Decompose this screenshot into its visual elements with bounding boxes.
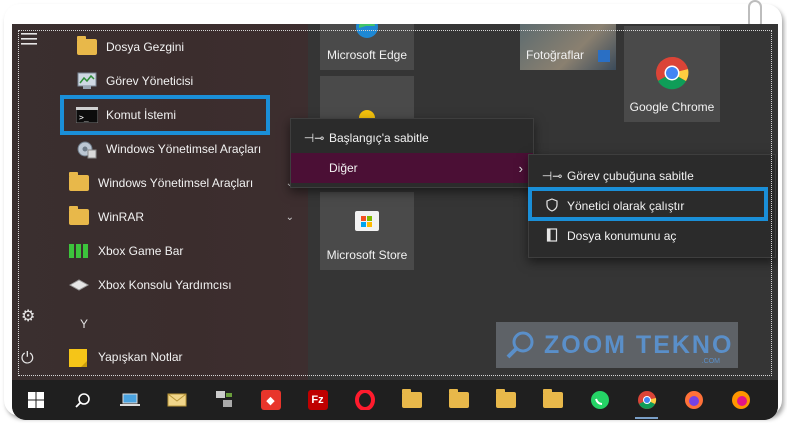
tile-label: Google Chrome <box>629 100 715 114</box>
tile-microsoft-edge[interactable]: Microsoft Edge <box>320 24 414 70</box>
mail-icon[interactable] <box>153 380 200 420</box>
pin-icon: ⊣⊸ <box>541 169 563 183</box>
file-location-icon <box>537 227 567 245</box>
tile-label: Microsoft Edge <box>326 48 408 62</box>
watermark: ZOOM TEKNO .COM <box>496 322 738 368</box>
chevron-right-icon: › <box>518 160 523 176</box>
highlight-command-prompt <box>60 95 270 135</box>
taskbar: ◆ Fz <box>12 380 778 420</box>
sticky-notes-icon <box>68 346 90 368</box>
app-item-admin-tools[interactable]: Windows Yönetimsel Araçları <box>52 132 304 166</box>
tile-google-chrome[interactable]: Google Chrome <box>624 26 720 122</box>
tile-microsoft-store[interactable]: Microsoft Store <box>320 192 414 270</box>
edge-icon <box>354 24 380 43</box>
menu-item-more[interactable]: Diğer › <box>291 153 533 183</box>
magnifier-icon <box>506 330 536 360</box>
app-item-task-manager[interactable]: Görev Yöneticisi <box>52 64 304 98</box>
firefox-icon[interactable] <box>717 380 764 420</box>
menu-item-label: Başlangıç'a sabitle <box>329 131 429 145</box>
admin-tools-icon <box>76 138 98 160</box>
xbox-game-bar-icon <box>68 240 90 262</box>
app-item-sticky-notes[interactable]: Yapışkan Notlar <box>52 340 304 374</box>
folder-icon <box>68 172 90 194</box>
laptop-icon[interactable] <box>106 380 153 420</box>
task-manager-icon <box>76 70 98 92</box>
menu-item-open-file-location[interactable]: Dosya konumunu aç <box>529 221 775 251</box>
search-icon[interactable] <box>59 380 106 420</box>
desktop-screen: ⚙ ⏻ Dosya Gezgini Görev Yöneticisi >_ Ko… <box>12 24 778 420</box>
whatsapp-icon[interactable] <box>576 380 623 420</box>
page-frame: ⚙ ⏻ Dosya Gezgini Görev Yöneticisi >_ Ko… <box>4 0 782 420</box>
folder-icon[interactable] <box>482 380 529 420</box>
context-menu: ⊣⊸ Başlangıç'a sabitle Diğer › <box>290 118 534 188</box>
app-label: Xbox Konsolu Yardımcısı <box>98 278 232 292</box>
start-rail: ⚙ ⏻ <box>12 24 52 380</box>
folder-icon[interactable] <box>435 380 482 420</box>
watermark-sub: .COM <box>701 358 720 365</box>
watermark-text: ZOOM TEKNO <box>544 330 734 359</box>
network-icon[interactable] <box>200 380 247 420</box>
hamburger-icon[interactable] <box>21 32 37 50</box>
app-item-winrar[interactable]: WinRAR ⌄ <box>52 200 304 234</box>
app-label: Xbox Game Bar <box>98 244 184 258</box>
tile-label: Microsoft Store <box>326 248 408 262</box>
app-label: Windows Yönetimsel Araçları <box>98 176 254 190</box>
app-label: Dosya Gezgini <box>106 40 185 54</box>
app-item-file-explorer[interactable]: Dosya Gezgini <box>52 30 304 64</box>
section-letter[interactable]: Y <box>80 317 88 331</box>
app-item-admin-tools-folder[interactable]: Windows Yönetimsel Araçları ⌄ <box>52 166 304 200</box>
menu-item-label: Görev çubuğuna sabitle <box>567 169 694 183</box>
menu-item-pin-to-start[interactable]: ⊣⊸ Başlangıç'a sabitle <box>291 123 533 153</box>
menu-item-label: Diğer <box>329 161 358 175</box>
folder-icon[interactable] <box>529 380 576 420</box>
windows-start-icon[interactable] <box>12 380 59 420</box>
menu-item-label: Dosya konumunu aç <box>567 229 677 243</box>
pin-icon: ⊣⊸ <box>303 131 325 145</box>
app-item-xbox-game-bar[interactable]: Xbox Game Bar <box>52 234 304 268</box>
xbox-console-icon <box>68 274 90 296</box>
opera-icon[interactable] <box>341 380 388 420</box>
tile-other[interactable] <box>320 76 414 126</box>
folder-icon[interactable] <box>388 380 435 420</box>
app-label: Yapışkan Notlar <box>98 350 183 364</box>
app-label: Görev Yöneticisi <box>106 74 194 88</box>
highlight-run-as-admin <box>528 187 768 221</box>
tile-photos[interactable]: Fotoğraflar <box>520 24 616 70</box>
chrome-icon <box>655 56 689 93</box>
gear-icon[interactable]: ⚙ <box>21 306 35 326</box>
tile-label: Fotoğraflar <box>526 48 585 62</box>
start-app-list: ⚙ ⏻ Dosya Gezgini Görev Yöneticisi >_ Ko… <box>12 24 308 380</box>
filezilla-icon[interactable]: Fz <box>294 380 341 420</box>
firefox-icon[interactable] <box>670 380 717 420</box>
app-label: Windows Yönetimsel Araçları <box>106 142 262 156</box>
app-label: WinRAR <box>98 210 145 224</box>
file-explorer-icon <box>76 36 98 58</box>
chevron-down-icon: ⌄ <box>285 211 294 223</box>
power-icon[interactable]: ⏻ <box>21 350 34 368</box>
folder-icon <box>68 206 90 228</box>
anydesk-icon[interactable]: ◆ <box>247 380 294 420</box>
store-icon <box>354 206 380 235</box>
app-item-xbox-console[interactable]: Xbox Konsolu Yardımcısı <box>52 268 304 302</box>
photo-thumbnail-icon <box>598 50 610 65</box>
chrome-icon[interactable] <box>623 380 670 420</box>
